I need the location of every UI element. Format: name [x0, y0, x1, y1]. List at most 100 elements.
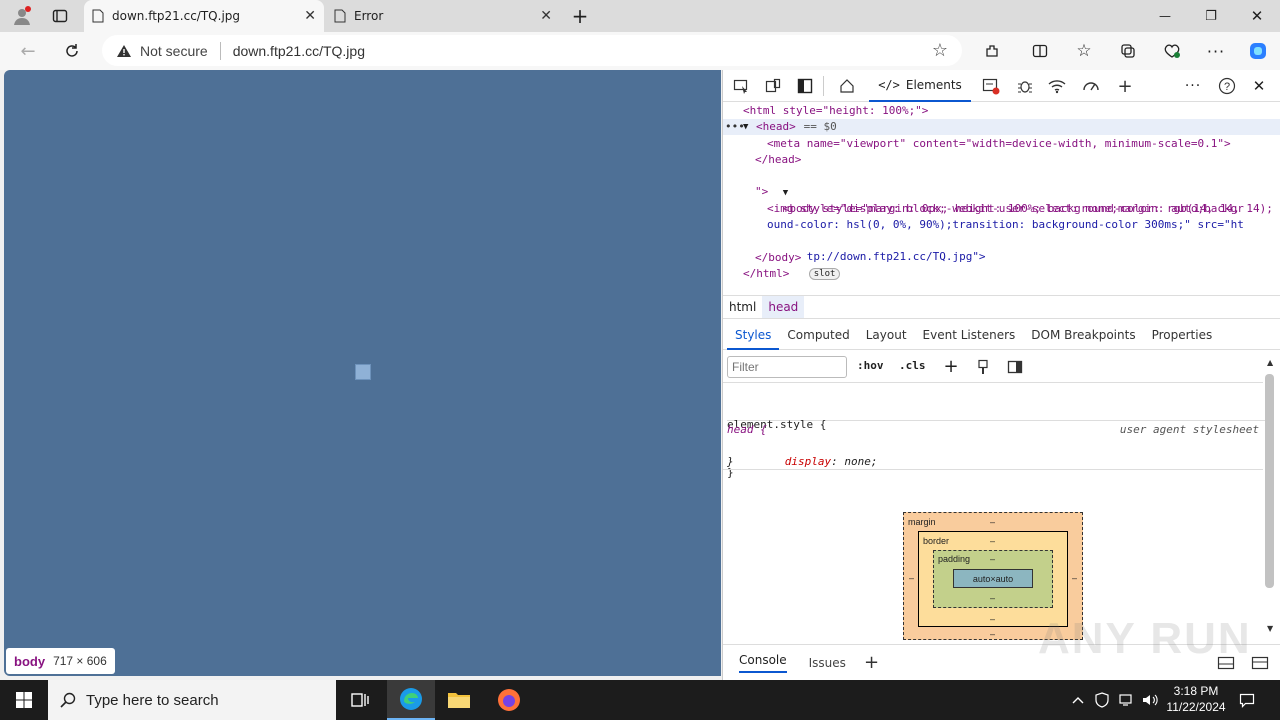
welcome-home-icon[interactable]	[837, 76, 857, 96]
new-rule-plus-icon[interactable]: +	[941, 356, 961, 377]
expand-triangle-icon[interactable]: ▼	[743, 119, 748, 135]
dom-line-body-close[interactable]: </body>	[755, 250, 801, 266]
tab-close-icon[interactable]: ✕	[304, 8, 316, 24]
box-margin-bottom[interactable]: –	[990, 629, 995, 639]
drawer-tab-console[interactable]: Console	[739, 653, 787, 673]
network-tray-icon[interactable]	[1116, 690, 1136, 710]
scroll-up-icon[interactable]: ▲	[1267, 358, 1273, 367]
badge-size: 717 × 606	[53, 654, 107, 668]
tab-elements[interactable]: </> Elements	[869, 70, 971, 102]
taskbar-clock[interactable]: 3:18 PM 11/22/2024	[1164, 683, 1228, 717]
page-viewport[interactable]: body 717 × 606	[4, 70, 721, 676]
copilot-icon[interactable]	[1246, 39, 1270, 63]
scrollbar-thumb[interactable]	[1265, 374, 1274, 588]
network-wifi-icon[interactable]	[1047, 76, 1067, 96]
console-errors-icon[interactable]	[981, 76, 1001, 96]
box-margin-left[interactable]: –	[909, 573, 914, 583]
dom-line-head-close[interactable]: </head>	[755, 152, 801, 168]
tab-event-listeners[interactable]: Event Listeners	[915, 320, 1024, 350]
windows-start-icon[interactable]	[0, 680, 48, 720]
box-margin-right[interactable]: –	[1072, 573, 1077, 583]
paint-brush-icon[interactable]	[973, 357, 993, 377]
styles-filter-input[interactable]	[727, 356, 847, 378]
maximize-button[interactable]: ❐	[1192, 0, 1230, 32]
profile-icon[interactable]	[10, 4, 34, 28]
close-devtools-icon[interactable]: ✕	[1249, 76, 1269, 96]
firefox-icon[interactable]	[485, 680, 533, 720]
dock-side-icon[interactable]	[795, 76, 815, 96]
warning-icon[interactable]	[116, 44, 132, 58]
devtools-menu-icon[interactable]: ···	[1183, 76, 1203, 96]
notifications-icon[interactable]	[1236, 690, 1258, 710]
box-border: border – – padding – – auto×auto	[918, 531, 1068, 627]
dom-line-head-selected[interactable]: ••• ▼ <head> == $0	[723, 119, 1280, 135]
box-padding-top[interactable]: –	[990, 554, 995, 564]
box-margin-top[interactable]: –	[990, 517, 995, 527]
favorites-icon[interactable]: ☆	[1072, 39, 1096, 63]
dom-text: </head>	[755, 153, 802, 166]
styles-toolbar: :hov .cls +	[723, 351, 1263, 383]
close-window-button[interactable]: ✕	[1238, 0, 1276, 32]
new-tab-button[interactable]: +	[568, 4, 592, 28]
taskbar-search[interactable]: Type here to search	[48, 680, 336, 720]
box-padding-bottom[interactable]: –	[990, 593, 995, 603]
collections-icon[interactable]	[1116, 39, 1140, 63]
tab-properties[interactable]: Properties	[1144, 320, 1221, 350]
volume-tray-icon[interactable]	[1140, 690, 1160, 710]
issues-bug-icon[interactable]	[1015, 76, 1035, 96]
hov-toggle[interactable]: :hov	[857, 359, 884, 372]
help-icon[interactable]: ?	[1217, 76, 1237, 96]
dom-text: <meta name="viewport" content="width=dev…	[767, 137, 1231, 150]
security-tray-icon[interactable]	[1092, 690, 1112, 710]
file-explorer-icon[interactable]	[435, 680, 483, 720]
task-view-icon[interactable]	[336, 680, 384, 720]
cls-toggle[interactable]: .cls	[899, 359, 926, 372]
dom-line-img[interactable]: <img style="display: block;-webkit-user-…	[767, 201, 1244, 217]
extensions-icon[interactable]	[980, 39, 1004, 63]
tab-styles[interactable]: Styles	[727, 320, 780, 350]
slot-badge[interactable]: slot	[808, 268, 841, 280]
rule-selector[interactable]: head {	[727, 422, 767, 438]
broken-image-icon[interactable]	[355, 364, 371, 380]
tray-chevron-icon[interactable]	[1068, 690, 1088, 710]
tab-layout[interactable]: Layout	[858, 320, 915, 350]
box-border-top[interactable]: –	[990, 536, 995, 546]
favorite-star-icon[interactable]: ☆	[932, 40, 948, 61]
toggle-sidebar-icon[interactable]	[1005, 357, 1025, 377]
tab-active[interactable]: down.ftp21.cc/TQ.jpg ✕	[84, 0, 324, 32]
refresh-icon[interactable]	[60, 39, 84, 63]
tab-close-icon[interactable]: ✕	[540, 8, 552, 24]
drawer-add-tab-icon[interactable]: +	[864, 652, 879, 673]
drawer-expand-icon[interactable]	[1251, 656, 1269, 670]
performance-gauge-icon[interactable]	[1081, 76, 1101, 96]
tab-error[interactable]: Error ✕	[326, 0, 560, 32]
scroll-down-icon[interactable]: ▼	[1267, 624, 1273, 633]
performance-icon[interactable]	[1160, 39, 1184, 63]
expand-triangle-icon[interactable]: ▼	[783, 188, 788, 198]
split-screen-icon[interactable]	[1028, 39, 1052, 63]
tab-computed[interactable]: Computed	[779, 320, 857, 350]
box-border-bottom[interactable]: –	[990, 614, 995, 624]
tab-dom-breakpoints[interactable]: DOM Breakpoints	[1023, 320, 1143, 350]
breadcrumb-head[interactable]: head	[762, 296, 805, 318]
inspect-element-icon[interactable]	[731, 76, 751, 96]
edge-taskbar-icon[interactable]	[387, 680, 435, 720]
dom-line-meta[interactable]: <meta name="viewport" content="width=dev…	[767, 136, 1231, 152]
device-emulation-icon[interactable]	[763, 76, 783, 96]
url-text[interactable]: down.ftp21.cc/TQ.jpg	[233, 43, 365, 59]
dom-line-html[interactable]: <html style="height: 100%;">	[743, 103, 928, 119]
security-label[interactable]: Not secure	[140, 43, 208, 59]
dom-line-html-close[interactable]: </html>	[743, 266, 789, 282]
tab-actions-icon[interactable]	[48, 4, 72, 28]
more-tools-plus-icon[interactable]: +	[1115, 76, 1135, 97]
drawer-tab-issues[interactable]: Issues	[809, 656, 846, 670]
rule-declaration[interactable]: display: none;	[745, 438, 878, 486]
omnibox[interactable]: Not secure down.ftp21.cc/TQ.jpg ☆	[102, 35, 962, 66]
box-content[interactable]: auto×auto	[953, 569, 1033, 588]
breadcrumb-html[interactable]: html	[723, 296, 762, 318]
back-icon[interactable]: ←	[16, 39, 40, 63]
box-margin-label: margin	[908, 517, 936, 527]
more-menu-icon[interactable]: ···	[1204, 39, 1228, 63]
minimize-button[interactable]: —	[1146, 0, 1184, 32]
styles-scrollbar[interactable]: ▲ ▼	[1263, 358, 1277, 638]
